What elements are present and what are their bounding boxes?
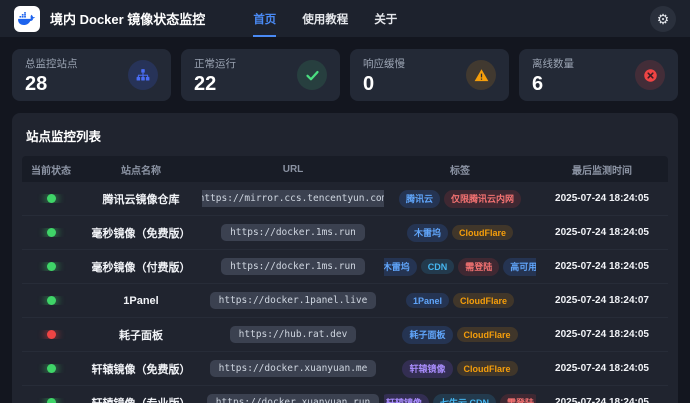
- tag: 耗子面板: [402, 325, 453, 344]
- stat-value: 0: [363, 73, 375, 95]
- site-name: 耗子面板: [119, 329, 163, 342]
- site-name: 1Panel: [123, 294, 159, 307]
- stat-label: 正常运行: [194, 58, 236, 70]
- settings-button[interactable]: ⚙: [650, 5, 676, 32]
- site-name: 毫秒镜像（免费版）: [91, 227, 191, 240]
- table-row: 毫秒镜像（付费版） https://docker.1ms.run 木雷坞 CDN 需登陆…: [22, 250, 668, 284]
- main-content: 总监控站点 28 正常运行 22 响应缓慢 0 离线数量 6 站点监控列表 当前状态 站点名称 U…: [0, 37, 690, 403]
- tag: CloudFlare: [456, 327, 518, 342]
- status-dot: [46, 194, 56, 203]
- site-url[interactable]: https://mirror.ccs.tencentyun.com: [202, 190, 384, 207]
- tag: 仅限腾讯云内网: [444, 189, 522, 208]
- site-url[interactable]: https://docker.1panel.live: [209, 292, 377, 309]
- status-dot: [46, 228, 56, 237]
- stat-label: 响应缓慢: [363, 58, 405, 70]
- site-tags: 腾讯云 仅限腾讯云内网: [384, 189, 536, 208]
- site-url[interactable]: https://hub.rat.dev: [229, 326, 357, 343]
- site-url[interactable]: https://docker.1ms.run: [221, 258, 365, 275]
- page-title: 境内 Docker 镜像状态监控: [50, 12, 206, 27]
- column-header: 站点名称: [121, 165, 161, 177]
- tag: CloudFlare: [456, 361, 518, 376]
- nav-item-home[interactable]: 首页: [253, 0, 277, 37]
- panel-title: 站点监控列表: [26, 130, 102, 144]
- status-dot: [46, 364, 56, 373]
- last-check-time: 2025-07-24 18:24:05: [555, 363, 649, 374]
- site-url[interactable]: https://docker.1ms.run: [221, 224, 365, 241]
- site-name: 腾讯云镜像仓库: [102, 193, 180, 206]
- stat-card: 离线数量 6: [519, 49, 678, 101]
- tag: 腾讯云: [398, 189, 440, 208]
- stat-value: 6: [532, 73, 544, 95]
- check-icon: [297, 60, 327, 90]
- gear-icon: ⚙: [656, 10, 670, 27]
- site-url[interactable]: https://docker.xuanyuan.run: [206, 394, 380, 403]
- last-check-time: 2025-07-24 18:24:05: [555, 227, 649, 238]
- site-tags: 轩辕镜像 CloudFlare: [384, 359, 536, 378]
- last-check-time: 2025-07-24 18:24:05: [555, 329, 649, 340]
- tag: 高可用: [503, 257, 536, 276]
- site-name: 轩辕镜像（专业版）: [80, 395, 202, 403]
- tag: 1Panel: [405, 293, 449, 308]
- site-name: 轩辕镜像（免费版）: [91, 363, 191, 376]
- site-tags: 耗子面板 CloudFlare: [384, 325, 536, 344]
- table-row: 轩辕镜像（专业版） https://docker.xuanyuan.run 轩辕镜像…: [22, 386, 668, 403]
- table-row: 毫秒镜像（免费版） https://docker.1ms.run 木雷坞 CloudF…: [22, 216, 668, 250]
- last-check-time: 2025-07-24 18:24:05: [555, 397, 649, 403]
- status-dot: [46, 398, 56, 403]
- column-header: URL: [282, 163, 304, 175]
- table-header: 当前状态 站点名称 URL 标签 最后监测时间: [22, 156, 668, 182]
- table-row: 轩辕镜像（免费版） https://docker.xuanyuan.me 轩辕镜像 C…: [22, 352, 668, 386]
- site-name: 毫秒镜像（付费版）: [91, 261, 191, 274]
- app-header: 境内 Docker 镜像状态监控 首页 使用教程 关于 ⚙: [0, 0, 690, 37]
- stat-value: 22: [194, 73, 217, 95]
- table-row: 耗子面板 https://hub.rat.dev 耗子面板 CloudFlare 202…: [22, 318, 668, 352]
- tag: 需登陆: [500, 393, 536, 403]
- status-dot: [46, 296, 56, 305]
- sitemap-icon: [128, 60, 158, 90]
- nav-item-tutorial[interactable]: 使用教程: [302, 0, 348, 37]
- last-check-time: 2025-07-24 18:24:07: [555, 295, 649, 306]
- tag: 木雷坞: [406, 223, 448, 242]
- stat-value: 28: [25, 73, 48, 95]
- last-check-time: 2025-07-24 18:24:05: [555, 261, 649, 272]
- site-tags: 木雷坞 CDN 需登陆 高可用: [384, 257, 536, 276]
- stat-label: 总监控站点: [25, 58, 78, 70]
- last-check-time: 2025-07-24 18:24:05: [555, 193, 649, 204]
- tag: 轩辕镜像: [402, 359, 453, 378]
- tag: 木雷坞: [384, 257, 417, 276]
- stats-row: 总监控站点 28 正常运行 22 响应缓慢 0 离线数量 6: [12, 49, 678, 101]
- warning-icon: [466, 60, 496, 90]
- stat-card: 响应缓慢 0: [350, 49, 509, 101]
- stat-label: 离线数量: [532, 58, 574, 70]
- tag: CloudFlare: [453, 293, 515, 308]
- tag: 轩辕镜像: [384, 393, 429, 403]
- status-dot: [46, 262, 56, 271]
- table-row: 腾讯云镜像仓库 https://mirror.ccs.tencentyun.com…: [22, 182, 668, 216]
- column-header: 最后监测时间: [572, 165, 632, 177]
- tag: CDN: [420, 259, 455, 274]
- tag: 需登陆: [458, 257, 500, 276]
- column-header: 当前状态: [31, 165, 71, 177]
- stat-card: 总监控站点 28: [12, 49, 171, 101]
- site-monitor-panel: 站点监控列表 当前状态 站点名称 URL 标签 最后监测时间 腾讯云镜像仓库 https:…: [12, 113, 678, 403]
- tag: 七牛云 CDN: [433, 393, 496, 403]
- nav-item-about[interactable]: 关于: [374, 0, 397, 37]
- site-tags: 1Panel CloudFlare: [384, 293, 536, 308]
- table-body: 腾讯云镜像仓库 https://mirror.ccs.tencentyun.com…: [12, 182, 678, 403]
- site-tags: 木雷坞 CloudFlare: [384, 223, 536, 242]
- offline-icon: [635, 60, 665, 90]
- stat-card: 正常运行 22: [181, 49, 340, 101]
- site-url[interactable]: https://docker.xuanyuan.me: [209, 360, 377, 377]
- table-row: 1Panel https://docker.1panel.live 1Panel Cl…: [22, 284, 668, 318]
- column-header: 标签: [450, 165, 470, 177]
- status-dot: [46, 330, 56, 339]
- site-tags: 轩辕镜像 七牛云 CDN 需登陆: [384, 393, 536, 403]
- main-nav: 首页 使用教程 关于: [253, 0, 397, 37]
- tag: CloudFlare: [452, 225, 514, 240]
- docker-whale-icon: [14, 5, 40, 32]
